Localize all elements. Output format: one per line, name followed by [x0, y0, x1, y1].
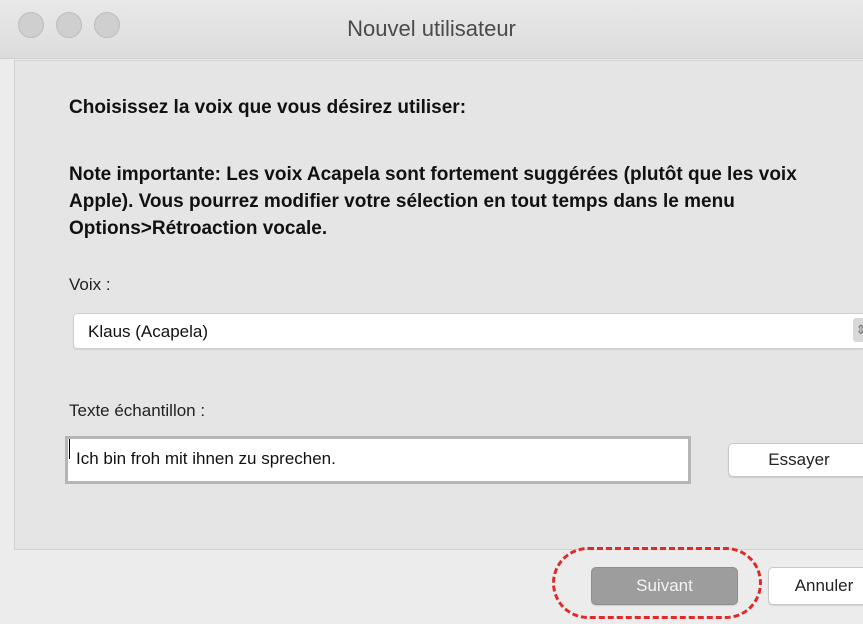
- window-titlebar: Nouvel utilisateur: [0, 0, 863, 59]
- sample-text-input[interactable]: Ich bin froh mit ihnen zu sprechen.: [65, 436, 691, 484]
- voice-select-value: Klaus (Acapela): [88, 322, 209, 341]
- sample-text-value: Ich bin froh mit ihnen zu sprechen.: [76, 449, 336, 468]
- dialog-content: Choisissez la voix que vous désirez util…: [14, 60, 863, 550]
- voice-label: Voix :: [69, 275, 111, 294]
- cancel-button[interactable]: Annuler: [768, 567, 863, 605]
- text-caret: [69, 439, 70, 459]
- sample-text-label: Texte échantillon :: [69, 401, 206, 420]
- updown-chevron-icon[interactable]: ⇕: [853, 318, 863, 342]
- important-note: Note importante: Les voix Acapela sont f…: [69, 164, 797, 239]
- try-voice-button[interactable]: Essayer: [728, 443, 863, 477]
- voice-select[interactable]: Klaus (Acapela) ⇕: [73, 313, 863, 349]
- next-button-highlight: [552, 547, 762, 619]
- voice-heading: Choisissez la voix que vous désirez util…: [69, 97, 467, 118]
- window-title: Nouvel utilisateur: [347, 16, 516, 41]
